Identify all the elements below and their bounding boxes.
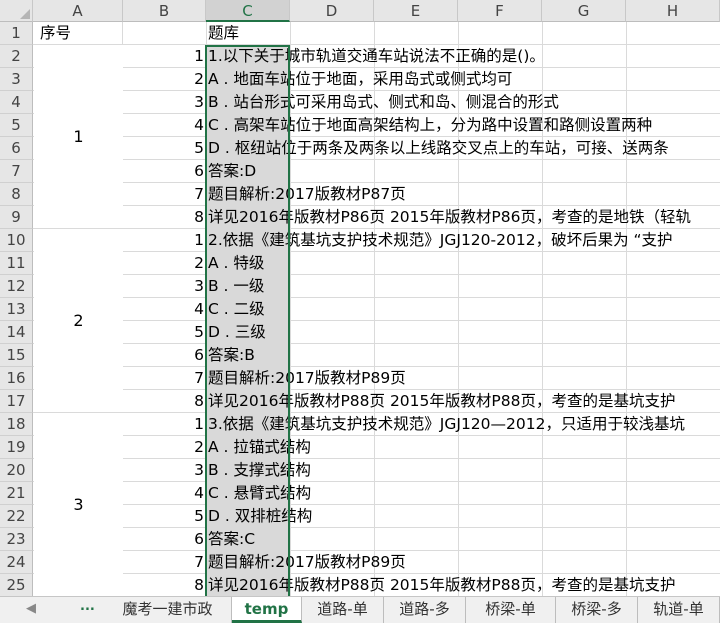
cell-b-25[interactable]: 8 [123, 574, 204, 596]
sheet-tab-bar: ◀ ... 魔考一建市政 temp 道路-单 道路-多 桥梁-单 桥梁-多 轨道-单 [0, 596, 720, 623]
merged-cell-group-3[interactable]: 3 [34, 413, 123, 596]
column-selection-outline [205, 45, 290, 596]
row-header-3[interactable]: 3 [0, 68, 33, 91]
cell-b-9[interactable]: 8 [123, 206, 204, 229]
column-header-e[interactable]: E [374, 0, 458, 22]
row-header-15[interactable]: 15 [0, 344, 33, 367]
cell-b-17[interactable]: 8 [123, 390, 204, 413]
cell-b-7[interactable]: 6 [123, 160, 204, 183]
cell-b-14[interactable]: 5 [123, 321, 204, 344]
row-header-6[interactable]: 6 [0, 137, 33, 160]
header-cell-index[interactable]: 序号 [40, 22, 71, 45]
cell-b-21[interactable]: 4 [123, 482, 204, 505]
cell-b-23[interactable]: 6 [123, 528, 204, 551]
column-header-d[interactable]: D [290, 0, 374, 22]
row-header-2[interactable]: 2 [0, 45, 33, 68]
cell-b-11[interactable]: 2 [123, 252, 204, 275]
row-header-11[interactable]: 11 [0, 252, 33, 275]
select-all-corner[interactable] [0, 0, 33, 22]
cell-b-13[interactable]: 4 [123, 298, 204, 321]
cell-b-22[interactable]: 5 [123, 505, 204, 528]
cell-b-15[interactable]: 6 [123, 344, 204, 367]
column-header-f[interactable]: F [458, 0, 542, 22]
sheet-tab[interactable]: 桥梁-单 [466, 597, 556, 623]
sheet-tab-active[interactable]: temp [232, 597, 302, 623]
cell-b-18[interactable]: 1 [123, 413, 204, 436]
cell-b-3[interactable]: 2 [123, 68, 204, 91]
sheet-tab[interactable]: 魔考一建市政 [104, 597, 232, 623]
column-header-c[interactable]: C [206, 0, 290, 22]
more-tabs-button[interactable]: ... [80, 599, 95, 614]
row-header-19[interactable]: 19 [0, 436, 33, 459]
column-header-b[interactable]: B [123, 0, 206, 22]
cell-b-8[interactable]: 7 [123, 183, 204, 206]
row-header-16[interactable]: 16 [0, 367, 33, 390]
cell-b-4[interactable]: 3 [123, 91, 204, 114]
sheet-tab[interactable]: 道路-多 [384, 597, 466, 623]
cell-b-6[interactable]: 5 [123, 137, 204, 160]
row-header-1[interactable]: 1 [0, 22, 33, 45]
column-header-g[interactable]: G [542, 0, 626, 22]
row-header-21[interactable]: 21 [0, 482, 33, 505]
column-header-h[interactable]: H [626, 0, 720, 22]
row-header-4[interactable]: 4 [0, 91, 33, 114]
sheet-tab[interactable]: 道路-单 [302, 597, 384, 623]
header-cell-question-bank[interactable]: 题库 [208, 22, 239, 45]
row-header-5[interactable]: 5 [0, 114, 33, 137]
row-header-14[interactable]: 14 [0, 321, 33, 344]
merged-cell-group-2[interactable]: 2 [34, 229, 123, 412]
column-header-a[interactable]: A [33, 0, 123, 22]
row-header-9[interactable]: 9 [0, 206, 33, 229]
cell-b-5[interactable]: 4 [123, 114, 204, 137]
row-header-18[interactable]: 18 [0, 413, 33, 436]
row-header-23[interactable]: 23 [0, 528, 33, 551]
scroll-tabs-left-icon[interactable]: ◀ [26, 601, 36, 616]
row-header-12[interactable]: 12 [0, 275, 33, 298]
row-header-13[interactable]: 13 [0, 298, 33, 321]
cell-b-16[interactable]: 7 [123, 367, 204, 390]
row-header-25[interactable]: 25 [0, 574, 33, 596]
row-header-22[interactable]: 22 [0, 505, 33, 528]
sheet-tab[interactable]: 轨道-单 [638, 597, 720, 623]
sheet-tab[interactable]: 桥梁-多 [556, 597, 638, 623]
cell-b-12[interactable]: 3 [123, 275, 204, 298]
cell-b-19[interactable]: 2 [123, 436, 204, 459]
row-header-10[interactable]: 10 [0, 229, 33, 252]
merged-cell-group-1[interactable]: 1 [34, 45, 123, 228]
row-header-8[interactable]: 8 [0, 183, 33, 206]
row-header-17[interactable]: 17 [0, 390, 33, 413]
cell-b-2[interactable]: 1 [123, 45, 204, 68]
spreadsheet-grid[interactable]: ABCDEFGH 1 2 3 4 5 6 7 8 9 10 11 12 13 14 15 16 17 18 19 20… [0, 0, 720, 596]
cell-b-24[interactable]: 7 [123, 551, 204, 574]
row-header-24[interactable]: 24 [0, 551, 33, 574]
row-header-20[interactable]: 20 [0, 459, 33, 482]
row-header-7[interactable]: 7 [0, 160, 33, 183]
cell-b-10[interactable]: 1 [123, 229, 204, 252]
cell-b-20[interactable]: 3 [123, 459, 204, 482]
